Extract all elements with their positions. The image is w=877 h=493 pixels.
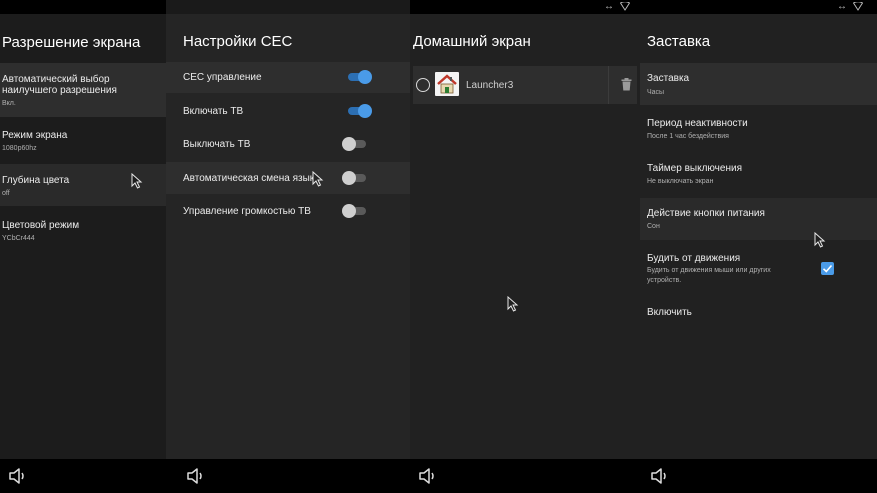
list-item-subtitle: YCbCr444 [2,235,35,242]
check-icon [822,264,833,273]
list-item-title: Выключать ТВ [183,139,251,150]
list-item-display-mode[interactable]: Режим экрана 1080p60hz [0,120,166,162]
screensaver-panel: ↔ Заставка Заставка Часы Период неактивн… [640,0,877,493]
list-item-inactivity-period[interactable]: Период неактивности После 1 час бездейст… [640,108,877,150]
volume-icon[interactable] [8,466,28,486]
list-item-auto-resolution[interactable]: Автоматический выбор наилучшего разрешен… [0,63,166,117]
nav-bar [166,459,410,493]
mouse-cursor-icon [131,173,143,189]
nav-bar [640,459,877,493]
arrows-icon: ↔ [837,1,847,12]
list-item-subtitle-line1: Будить от движения мыши или других [647,267,771,274]
list-item-sleep-timer[interactable]: Таймер выключения Не выключать экран [640,153,877,195]
launcher-app-icon [435,72,459,96]
list-item-title: Включить [647,307,692,318]
arrows-icon: ↔ [604,1,614,12]
list-item-turn-off-tv[interactable]: Выключать ТВ [166,129,410,160]
wifi-icon [853,2,863,11]
page-title: Настройки CEC [183,33,293,50]
delete-icon[interactable] [621,78,632,91]
wake-on-motion-checkbox[interactable] [821,262,834,275]
list-item-title: CEC управление [183,72,262,83]
list-item-subtitle: Часы [647,89,665,96]
home-content: Домашний экран Launcher3 [410,14,640,459]
list-item-subtitle: Сон [647,223,660,230]
list-item-title: Будить от движения [647,253,741,264]
resolution-content: Разрешение экрана Автоматический выбор н… [0,14,166,459]
status-bar: ↔ [410,0,640,14]
list-item-subtitle: off [2,190,10,197]
list-item-title: Автоматическая смена языка [183,173,318,184]
screensaver-content: Заставка Заставка Часы Период неактивнос… [640,14,877,459]
list-item-color-mode[interactable]: Цветовой режим YCbCr444 [0,209,166,251]
list-item-cec-control[interactable]: CEC управление [166,62,410,93]
nav-bar [0,459,166,493]
list-item-tv-volume[interactable]: Управление громкостью ТВ [166,196,410,227]
volume-icon[interactable] [418,466,438,486]
list-item-title-line2: наилучшего разрешения [2,85,117,96]
turn-off-tv-toggle[interactable] [342,137,368,151]
launcher-item[interactable]: Launcher3 [413,66,637,104]
page-title: Разрешение экрана [2,34,141,51]
list-item-title-line1: Автоматический выбор [2,74,110,85]
list-item-title: Управление громкостью ТВ [183,206,311,217]
list-item-title: Таймер выключения [647,163,742,174]
list-item-subtitle: После 1 час бездействия [647,133,729,140]
list-item-title: Включать ТВ [183,106,244,117]
cec-content: Настройки CEC CEC управление Включать ТВ… [166,14,410,459]
home-panel: ↔ Домашний экран Launcher3 [410,0,640,493]
divider [608,66,609,104]
wifi-icon [620,2,630,11]
tv-volume-toggle[interactable] [342,204,368,218]
list-item-screensaver[interactable]: Заставка Часы [640,63,877,105]
page-title: Домашний экран [413,33,531,50]
status-icons: ↔ [604,1,630,12]
turn-on-tv-toggle[interactable] [346,104,372,118]
launcher-name: Launcher3 [466,80,514,91]
cec-control-toggle[interactable] [346,70,372,84]
list-item-title: Заставка [647,73,690,84]
status-bar [166,0,410,14]
list-item-wake-on-motion[interactable]: Будить от движения Будить от движения мы… [640,243,877,293]
list-item-title: Период неактивности [647,118,748,129]
cec-panel: Настройки CEC CEC управление Включать ТВ… [166,0,410,493]
mouse-cursor-icon [814,232,826,248]
status-icons: ↔ [837,1,863,12]
list-item-subtitle: 1080p60hz [2,145,37,152]
list-item-title: Действие кнопки питания [647,208,765,219]
volume-icon[interactable] [186,466,206,486]
status-bar: ↔ [640,0,877,14]
mouse-cursor-icon [312,171,324,187]
volume-icon[interactable] [650,466,670,486]
list-item-power-button-action[interactable]: Действие кнопки питания Сон [640,198,877,240]
list-item-title: Цветовой режим [2,220,80,231]
launcher-radio[interactable] [416,78,430,92]
list-item-turn-on-tv[interactable]: Включать ТВ [166,96,410,127]
list-item-enable[interactable]: Включить [640,298,877,328]
mouse-cursor-icon [507,296,519,312]
list-item-title: Режим экрана [2,130,68,141]
nav-bar [410,459,640,493]
list-item-auto-language[interactable]: Автоматическая смена языка [166,162,410,194]
page-title: Заставка [647,33,711,50]
resolution-panel: Разрешение экрана Автоматический выбор н… [0,0,166,493]
list-item-subtitle-line2: устройств. [647,277,682,284]
list-item-subtitle: Вкл. [2,100,16,107]
list-item-title: Глубина цвета [2,175,70,186]
list-item-subtitle: Не выключать экран [647,178,714,185]
auto-language-toggle[interactable] [342,171,368,185]
status-bar [0,0,166,14]
